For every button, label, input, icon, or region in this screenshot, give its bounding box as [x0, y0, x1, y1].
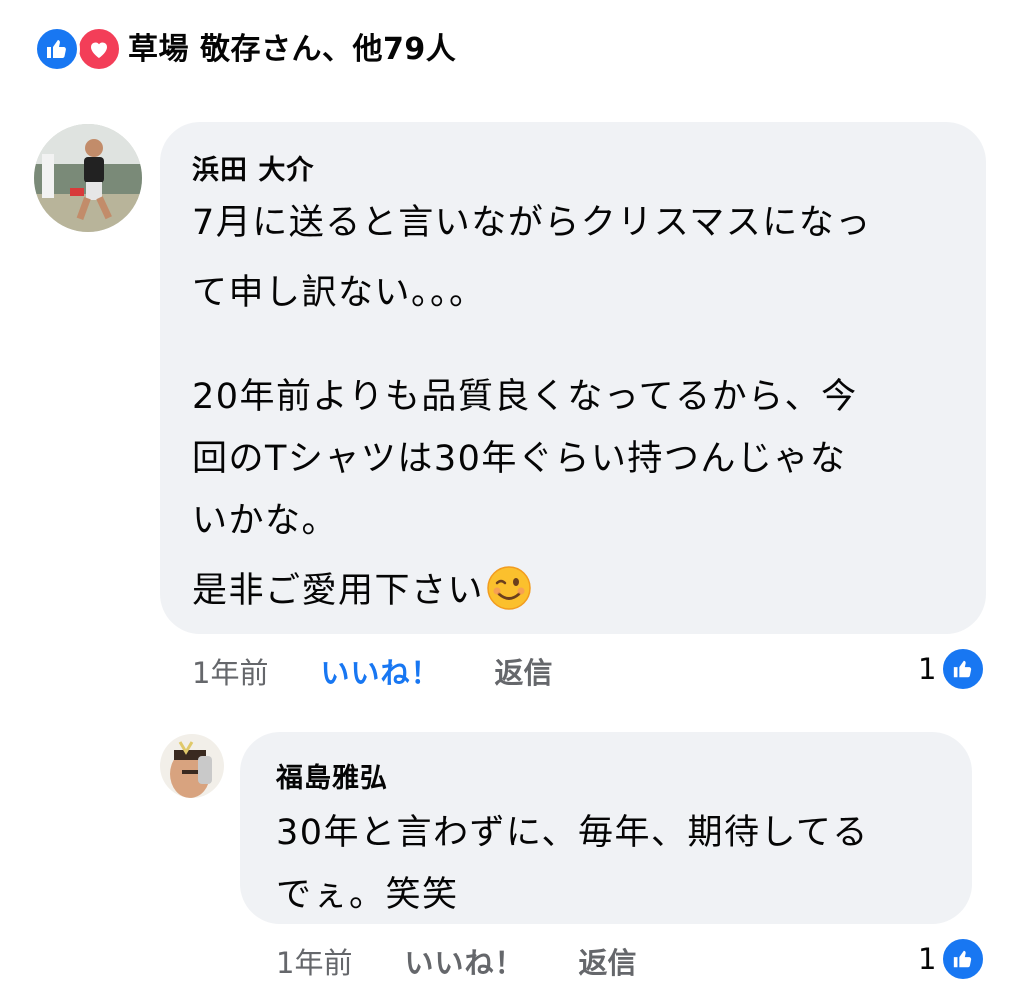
reaction-summary-text[interactable]: 草場 敬存さん、他79人 [128, 24, 456, 68]
comment-like-count[interactable]: 1 [918, 646, 987, 692]
winking-face-icon [486, 565, 532, 620]
comment-text-line: 7月に送ると言いながらクリスマスになっ [192, 203, 872, 243]
love-icon [76, 26, 122, 72]
comment-like-count[interactable]: 1 [918, 936, 987, 982]
comment-timestamp[interactable]: 1年前 [276, 940, 352, 982]
comment-actions: 1年前 いいね！ 返信 [276, 940, 636, 982]
like-button[interactable]: いいね！ [320, 650, 440, 692]
reply-button[interactable]: 返信 [494, 650, 552, 692]
reply-button[interactable]: 返信 [578, 940, 636, 982]
comment-text-line: て申し訳ない。。。 [192, 273, 486, 313]
comment-author[interactable]: 浜田 大介 [192, 148, 314, 187]
avatar[interactable] [160, 734, 224, 798]
reaction-icons [34, 24, 124, 72]
reply-bubble: 福島雅弘 30年と言わずに、毎年、期待してる でぇ。笑笑 [240, 732, 972, 924]
reaction-summary[interactable]: 草場 敬存さん、他79人 [34, 24, 456, 72]
comment-timestamp[interactable]: 1年前 [192, 650, 268, 692]
comment-text: 是非ご愛用下さい [192, 571, 485, 611]
like-icon [940, 646, 987, 692]
comment-text-line-with-emoji: 是非ご愛用下さい [192, 562, 532, 620]
comment-bubble: 浜田 大介 7月に送ると言いながらクリスマスになっ て申し訳ない。。。 20年前… [160, 122, 986, 634]
comment-actions: 1年前 いいね！ 返信 [192, 650, 552, 692]
comment-text-line: 30年と言わずに、毎年、期待してる [276, 813, 869, 853]
like-count-number: 1 [918, 942, 937, 976]
like-button[interactable]: いいね！ [404, 940, 524, 982]
like-icon [34, 26, 80, 72]
comment-author[interactable]: 福島雅弘 [276, 756, 388, 795]
comment-text-line: 20年前よりも品質良くなってるから、今 [192, 377, 858, 417]
comment-text-line: 回のTシャツは30年ぐらい持つんじゃな [192, 439, 847, 479]
like-icon [940, 936, 987, 982]
comment-text-line: いかな。 [192, 501, 339, 541]
avatar[interactable] [34, 124, 142, 232]
like-count-number: 1 [918, 652, 937, 686]
comment-text-line: でぇ。笑笑 [276, 875, 459, 915]
comment-thread: 草場 敬存さん、他79人 浜田 大介 7月に送ると言いながらクリスマスになっ て… [0, 0, 1024, 993]
